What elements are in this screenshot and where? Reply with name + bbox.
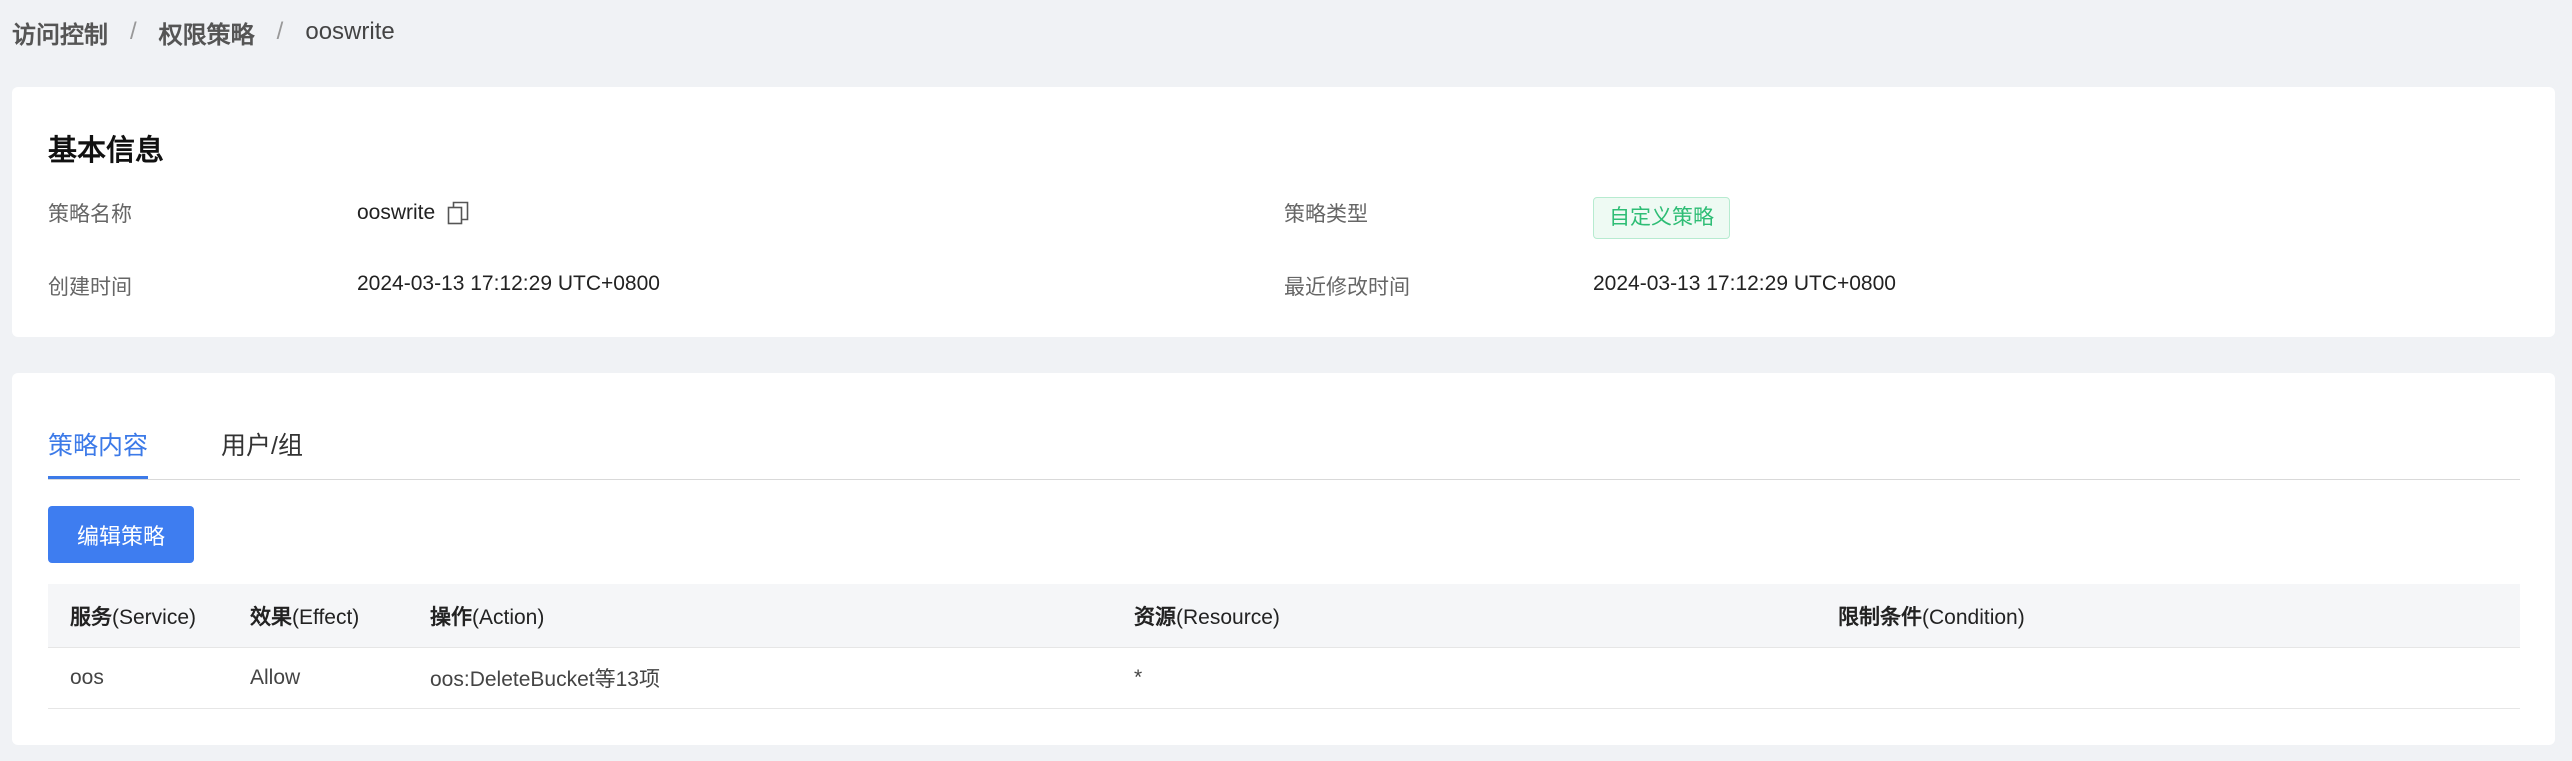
policy-type-label: 策略类型: [1284, 203, 1368, 226]
modified-time-label: 最近修改时间: [1284, 276, 1410, 299]
cell-action: oos:DeleteBucket等13项: [408, 647, 1112, 709]
policy-name-value: ooswrite: [357, 201, 436, 224]
policy-name-value-wrap: ooswrite: [357, 201, 469, 225]
policy-table: 服务(Service) 效果(Effect) 操作(Action) 资源(Res…: [48, 584, 2520, 709]
column-header-condition: 限制条件(Condition): [1816, 584, 2520, 648]
tab-bar: 策略内容 用户/组: [48, 423, 2520, 480]
breadcrumb-current: ooswrite: [305, 18, 395, 45]
policy-type-badge: 自定义策略: [1593, 197, 1730, 239]
breadcrumb-separator: /: [276, 18, 284, 45]
policy-content-card: 策略内容 用户/组 编辑策略 服务(Service) 效果(Effect) 操作…: [12, 373, 2555, 745]
column-header-service: 服务(Service): [48, 584, 228, 648]
edit-policy-button[interactable]: 编辑策略: [48, 506, 194, 563]
breadcrumb-access-control[interactable]: 访问控制: [12, 15, 108, 50]
column-header-resource: 资源(Resource): [1112, 584, 1816, 648]
column-header-action: 操作(Action): [408, 584, 1112, 648]
section-title: 基本信息: [48, 135, 165, 167]
created-time-value: 2024-03-13 17:12:29 UTC+0800: [357, 272, 660, 295]
breadcrumb: 访问控制 / 权限策略 / ooswrite: [12, 14, 395, 50]
column-header-effect: 效果(Effect): [228, 584, 408, 648]
tab-users-groups[interactable]: 用户/组: [221, 423, 303, 479]
policy-name-label: 策略名称: [48, 203, 132, 226]
cell-resource: *: [1112, 647, 1816, 709]
cell-effect: Allow: [228, 647, 408, 709]
breadcrumb-policies[interactable]: 权限策略: [159, 15, 255, 50]
basic-info-card: 基本信息 策略名称 ooswrite 策略类型 自定义策略 创建时间 2024-…: [12, 87, 2555, 337]
tab-policy-content[interactable]: 策略内容: [48, 423, 149, 479]
copy-icon[interactable]: [447, 201, 469, 225]
table-row: oos Allow oos:DeleteBucket等13项 *: [48, 647, 2520, 709]
cell-service: oos: [48, 647, 228, 709]
breadcrumb-separator: /: [130, 18, 137, 45]
table-header-row: 服务(Service) 效果(Effect) 操作(Action) 资源(Res…: [48, 584, 2520, 648]
modified-time-value: 2024-03-13 17:12:29 UTC+0800: [1593, 272, 1896, 295]
created-time-label: 创建时间: [48, 276, 132, 299]
cell-condition: [1816, 647, 2520, 709]
